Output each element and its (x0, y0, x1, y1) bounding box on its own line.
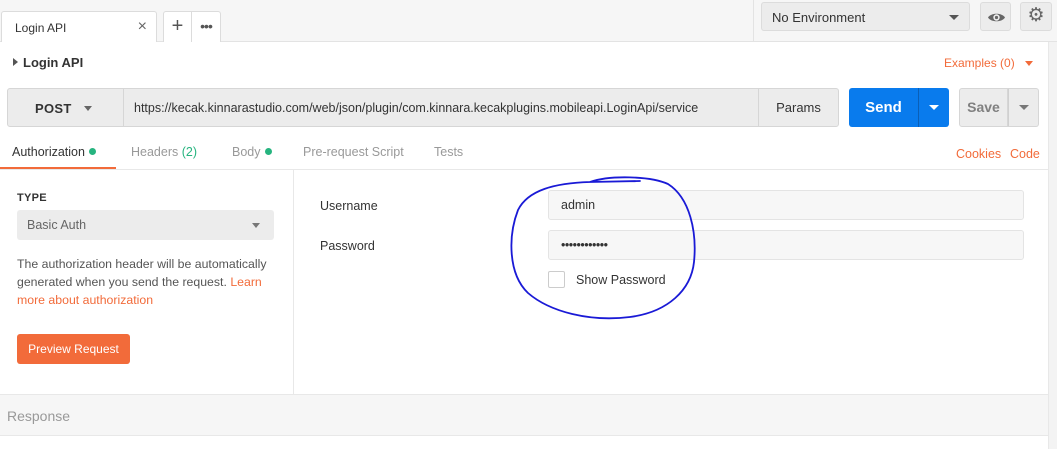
environment-quick-look-button[interactable] (980, 2, 1011, 31)
code-link[interactable]: Code (1010, 147, 1040, 161)
chevron-down-icon (949, 15, 959, 20)
auth-type-select-value: Basic Auth (27, 218, 87, 232)
send-options-button[interactable] (918, 88, 949, 127)
tab-label: Body (232, 145, 261, 159)
request-tab-label: Login API (15, 21, 67, 35)
response-label: Response (7, 408, 71, 424)
params-button[interactable]: Params (758, 88, 839, 127)
more-tabs-button[interactable]: ••• (192, 11, 221, 42)
environment-select-value: No Environment (772, 10, 866, 25)
status-dot-icon (264, 148, 272, 155)
tab-body[interactable]: Body (232, 145, 272, 159)
auth-type-select[interactable]: Basic Auth (17, 210, 274, 240)
password-input[interactable] (548, 230, 1024, 260)
chevron-down-icon (1019, 105, 1029, 110)
headers-count-badge: (2) (181, 145, 198, 159)
preview-request-button[interactable]: Preview Request (17, 334, 130, 364)
password-label: Password (320, 239, 375, 253)
chevron-down-icon (84, 106, 92, 111)
chevron-down-icon (252, 223, 260, 228)
method-select-value: POST (35, 101, 72, 116)
method-select[interactable]: POST (7, 88, 124, 127)
examples-link[interactable]: Examples (0) (944, 56, 1015, 70)
request-name[interactable]: Login API (23, 55, 83, 70)
save-options-button[interactable] (1008, 88, 1039, 127)
tab-headers[interactable]: Headers (2) (131, 145, 197, 159)
tab-authorization[interactable]: Authorization (12, 145, 96, 159)
auth-type-label: TYPE (17, 192, 47, 204)
divider (753, 0, 754, 42)
url-input[interactable] (124, 88, 758, 127)
tab-label: Authorization (12, 145, 85, 159)
tab-pre-request-script[interactable]: Pre-request Script (303, 145, 404, 159)
auth-description: The authorization header will be automat… (17, 255, 277, 309)
caret-right-icon[interactable] (13, 58, 18, 66)
status-dot-icon (88, 148, 96, 155)
save-button[interactable]: Save (959, 88, 1008, 127)
chevron-down-icon (929, 105, 939, 110)
close-icon[interactable]: × (138, 18, 147, 36)
tab-label: Headers (131, 145, 179, 159)
show-password-label[interactable]: Show Password (576, 273, 666, 287)
eye-icon (988, 13, 1005, 22)
show-password-checkbox[interactable] (548, 271, 565, 288)
scrollbar[interactable] (1048, 42, 1057, 449)
chevron-down-icon[interactable] (1025, 61, 1033, 66)
settings-button[interactable]: ⚙ (1020, 2, 1052, 31)
response-bar (0, 394, 1057, 436)
cookies-link[interactable]: Cookies (956, 147, 1001, 161)
add-tab-button[interactable]: + (163, 11, 192, 42)
username-input[interactable] (548, 190, 1024, 220)
send-button[interactable]: Send (849, 88, 918, 127)
environment-select[interactable]: No Environment (761, 2, 970, 31)
gear-icon: ⚙ (1027, 5, 1045, 26)
request-tab-login-api[interactable]: Login API × (1, 11, 157, 42)
tab-tests[interactable]: Tests (434, 145, 463, 159)
username-label: Username (320, 199, 378, 213)
